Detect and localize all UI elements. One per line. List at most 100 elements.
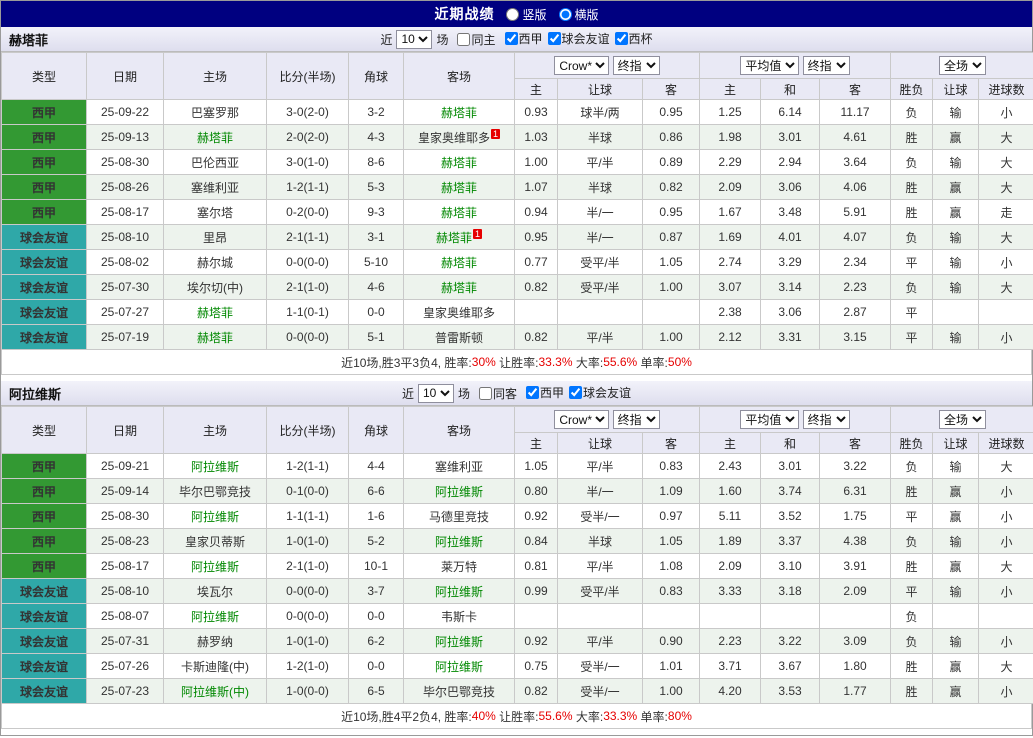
same-venue-checkbox[interactable]: [457, 33, 470, 46]
away-team[interactable]: 赫塔菲: [404, 275, 515, 300]
corner-score: 0-0: [349, 300, 404, 325]
home-team[interactable]: 巴塞罗那: [164, 100, 267, 125]
handicap-home-odds: [515, 604, 558, 629]
europe-draw-odds: 6.14: [761, 100, 820, 125]
competition-checkbox[interactable]: [505, 32, 518, 45]
competition-filter[interactable]: 西甲: [505, 30, 543, 47]
away-team[interactable]: 阿拉维斯: [404, 479, 515, 504]
away-team[interactable]: 阿拉维斯: [404, 654, 515, 679]
away-team[interactable]: 马德里竞技: [404, 504, 515, 529]
home-team[interactable]: 埃尔切(中): [164, 275, 267, 300]
europe-time-select[interactable]: 终指: [803, 410, 850, 429]
competition-filter[interactable]: 球会友谊: [569, 384, 631, 401]
europe-time-select[interactable]: 终指: [803, 56, 850, 75]
away-team[interactable]: 赫塔菲: [404, 100, 515, 125]
away-team[interactable]: 赫塔菲1: [404, 225, 515, 250]
handicap-line: 受平/半: [558, 275, 643, 300]
average-select[interactable]: 平均值: [740, 56, 799, 75]
handicap-line: 平/半: [558, 454, 643, 479]
home-team[interactable]: 赫尔城: [164, 250, 267, 275]
home-team[interactable]: 埃瓦尔: [164, 579, 267, 604]
recent-count-select[interactable]: 10: [396, 30, 432, 49]
competition-filter[interactable]: 西杯: [615, 30, 653, 47]
away-team[interactable]: 赫塔菲: [404, 175, 515, 200]
handicap-time-select[interactable]: 终指: [613, 410, 660, 429]
layout-horizontal-option[interactable]: 横版: [559, 6, 599, 23]
away-team[interactable]: 赫塔菲: [404, 250, 515, 275]
result-win-lose: 负: [891, 454, 933, 479]
col-europe-home: 主: [700, 79, 761, 100]
competition-checkbox[interactable]: [548, 32, 561, 45]
away-team[interactable]: 普雷斯顿: [404, 325, 515, 350]
period-select[interactable]: 全场: [939, 410, 986, 429]
handicap-line: 半/一: [558, 225, 643, 250]
home-team[interactable]: 塞维利亚: [164, 175, 267, 200]
score: 3-0(1-0): [267, 150, 349, 175]
home-team[interactable]: 赫罗纳: [164, 629, 267, 654]
match-date: 25-09-22: [87, 100, 164, 125]
vertical-radio[interactable]: [506, 8, 519, 21]
away-team[interactable]: 阿拉维斯: [404, 629, 515, 654]
home-team[interactable]: 赫塔菲: [164, 300, 267, 325]
result-goals: 大: [979, 150, 1033, 175]
match-date: 25-07-30: [87, 275, 164, 300]
away-team[interactable]: 莱万特: [404, 554, 515, 579]
home-team[interactable]: 阿拉维斯: [164, 604, 267, 629]
score: 1-0(1-0): [267, 629, 349, 654]
away-team[interactable]: 阿拉维斯: [404, 579, 515, 604]
bookmaker-select[interactable]: Crow*: [554, 56, 609, 75]
handicap-home-odds: 0.82: [515, 679, 558, 704]
average-select[interactable]: 平均值: [740, 410, 799, 429]
result-group: 全场: [891, 53, 1033, 79]
near-label: 近: [380, 31, 392, 48]
result-goals: 小: [979, 529, 1033, 554]
competition-checkbox[interactable]: [526, 386, 539, 399]
home-team[interactable]: 阿拉维斯: [164, 504, 267, 529]
same-venue-filter[interactable]: 同主: [457, 31, 495, 48]
same-venue-filter[interactable]: 同客: [479, 385, 517, 402]
home-team[interactable]: 阿拉维斯: [164, 454, 267, 479]
match-date: 25-07-31: [87, 629, 164, 654]
away-team[interactable]: 赫塔菲: [404, 200, 515, 225]
competition-filter[interactable]: 西甲: [526, 384, 564, 401]
home-team[interactable]: 塞尔塔: [164, 200, 267, 225]
handicap-time-select[interactable]: 终指: [613, 56, 660, 75]
bookmaker-select[interactable]: Crow*: [554, 410, 609, 429]
competition-checkbox[interactable]: [615, 32, 628, 45]
away-team[interactable]: 皇家奥维耶多1: [404, 125, 515, 150]
home-team[interactable]: 赫塔菲: [164, 125, 267, 150]
same-venue-checkbox[interactable]: [479, 387, 492, 400]
layout-vertical-option[interactable]: 竖版: [506, 6, 546, 23]
home-team[interactable]: 巴伦西亚: [164, 150, 267, 175]
home-team[interactable]: 阿拉维斯(中): [164, 679, 267, 704]
home-team[interactable]: 毕尔巴鄂竞技: [164, 479, 267, 504]
europe-draw-odds: 3.14: [761, 275, 820, 300]
handicap-line: 半球: [558, 125, 643, 150]
recent-count-select[interactable]: 10: [418, 384, 454, 403]
handicap-line: 受半/一: [558, 504, 643, 529]
horizontal-radio[interactable]: [559, 8, 572, 21]
corner-score: 6-5: [349, 679, 404, 704]
competition-filter[interactable]: 球会友谊: [548, 30, 610, 47]
home-team[interactable]: 卡斯迪隆(中): [164, 654, 267, 679]
period-select[interactable]: 全场: [939, 56, 986, 75]
result-goals: 小: [979, 100, 1033, 125]
home-team[interactable]: 皇家贝蒂斯: [164, 529, 267, 554]
competition-type: 球会友谊: [2, 679, 87, 704]
away-team[interactable]: 毕尔巴鄂竞技: [404, 679, 515, 704]
score: 0-0(0-0): [267, 325, 349, 350]
away-team[interactable]: 皇家奥维耶多: [404, 300, 515, 325]
away-team[interactable]: 塞维利亚: [404, 454, 515, 479]
result-goals: [979, 300, 1033, 325]
match-date: 25-07-26: [87, 654, 164, 679]
away-team[interactable]: 韦斯卡: [404, 604, 515, 629]
result-goals: 大: [979, 275, 1033, 300]
home-team[interactable]: 赫塔菲: [164, 325, 267, 350]
away-team[interactable]: 阿拉维斯: [404, 529, 515, 554]
home-team[interactable]: 里昂: [164, 225, 267, 250]
away-team[interactable]: 赫塔菲: [404, 150, 515, 175]
competition-type: 西甲: [2, 529, 87, 554]
summary-text: 40%: [472, 709, 496, 723]
competition-checkbox[interactable]: [569, 386, 582, 399]
home-team[interactable]: 阿拉维斯: [164, 554, 267, 579]
